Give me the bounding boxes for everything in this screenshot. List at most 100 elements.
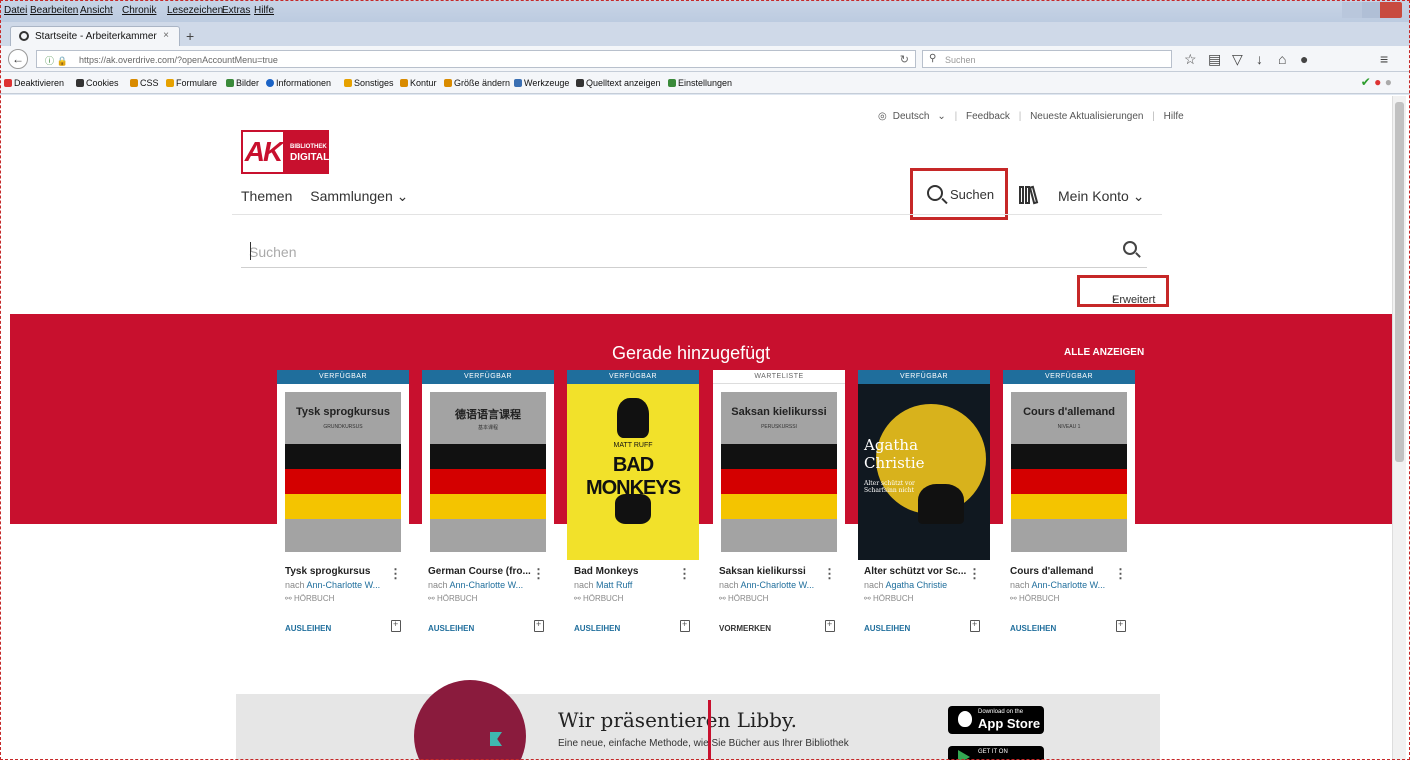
book-title[interactable]: Cours d'allemand: [1010, 566, 1094, 577]
wishlist-icon[interactable]: [534, 619, 544, 632]
minimize-button[interactable]: [1342, 2, 1362, 18]
menu-extras[interactable]: Extras: [222, 5, 250, 16]
back-button[interactable]: ←: [8, 49, 28, 69]
borrow-button[interactable]: AUSLEIHEN: [574, 624, 620, 633]
more-options-icon[interactable]: ⋮: [532, 566, 545, 582]
window-controls[interactable]: [1342, 2, 1402, 18]
book-card[interactable]: VERFÜGBAR Tysk sprogkursus GRUNDKURSUS: [277, 370, 409, 560]
nav-sammlungen[interactable]: Sammlungen ⌄: [310, 188, 408, 204]
tab-close-icon[interactable]: ×: [163, 30, 169, 41]
availability-badge: VERFÜGBAR: [858, 370, 990, 384]
tab-startseite[interactable]: Startseite - Arbeiterkammer ×: [10, 26, 180, 46]
clipboard-icon[interactable]: ▤: [1208, 51, 1221, 68]
headphones-icon: ⚯: [285, 594, 292, 603]
language-selector[interactable]: Deutsch: [893, 111, 930, 122]
search-input[interactable]: [249, 242, 1089, 262]
nav-themen[interactable]: Themen: [241, 188, 292, 204]
borrow-button[interactable]: AUSLEIHEN: [1010, 624, 1056, 633]
more-options-icon[interactable]: ⋮: [968, 566, 981, 582]
home-icon[interactable]: ⌂: [1278, 51, 1286, 67]
menu-chronik[interactable]: Chronik: [122, 5, 156, 16]
settings-icon: [668, 79, 676, 87]
reload-icon[interactable]: ↻: [900, 53, 909, 66]
info-icon: [266, 79, 274, 87]
view-all-link[interactable]: ALLE ANZEIGEN: [1064, 347, 1144, 358]
scrollbar-thumb[interactable]: [1395, 102, 1404, 462]
library-logo[interactable]: AK BIBLIOTHEK DIGITAL: [241, 130, 365, 174]
book-title[interactable]: Saksan kielikurssi: [719, 566, 806, 577]
feedback-link[interactable]: Feedback: [966, 111, 1010, 122]
apple-icon: [958, 711, 972, 727]
borrow-button[interactable]: AUSLEIHEN: [285, 624, 331, 633]
chevron-down-icon[interactable]: ⌄: [937, 111, 945, 122]
bookshelf-icon[interactable]: [1019, 185, 1039, 205]
menu-datei[interactable]: Datei: [4, 5, 27, 16]
more-options-icon[interactable]: ⋮: [389, 566, 402, 582]
book-format: ⚯ HÖRBUCH: [574, 594, 624, 603]
borrow-button[interactable]: AUSLEIHEN: [428, 624, 474, 633]
more-options-icon[interactable]: ⋮: [1114, 566, 1127, 582]
browser-search-bar[interactable]: ⚲ Suchen: [922, 50, 1172, 68]
menu-ansicht[interactable]: Ansicht: [80, 5, 113, 16]
bookmark-informationen[interactable]: Informationen: [266, 78, 331, 88]
book-card[interactable]: VERFÜGBAR 德语语言课程 基本课程: [422, 370, 554, 560]
wishlist-icon[interactable]: [970, 619, 980, 632]
bookmark-deaktivieren[interactable]: Deaktivieren: [4, 78, 64, 88]
book-cover[interactable]: Cours d'allemand NIVEAU 1: [1011, 392, 1127, 552]
book-cover[interactable]: 德语语言课程 基本课程: [430, 392, 546, 552]
book-cover[interactable]: BAD MONKEYS MATT RUFF: [567, 384, 699, 560]
more-options-icon[interactable]: ⋮: [823, 566, 836, 582]
url-bar[interactable]: ⓘ 🔒 https://ak.overdrive.com/?openAccoun…: [36, 50, 916, 68]
app-store-button[interactable]: Download on the App Store: [948, 706, 1044, 734]
bookmark-cookies[interactable]: Cookies: [76, 78, 119, 88]
book-title[interactable]: German Course (fro...: [428, 566, 531, 577]
bookmark-sonstiges[interactable]: Sonstiges: [344, 78, 394, 88]
wishlist-icon[interactable]: [825, 619, 835, 632]
wishlist-icon[interactable]: [680, 619, 690, 632]
book-author: nach Matt Ruff: [574, 580, 633, 590]
google-play-button[interactable]: GET IT ON: [948, 746, 1044, 760]
bookmark-bilder[interactable]: Bilder: [226, 78, 259, 88]
image-icon: [226, 79, 234, 87]
book-cover[interactable]: Tysk sprogkursus GRUNDKURSUS: [285, 392, 401, 552]
bookmark-quelltext[interactable]: Quelltext anzeigen: [576, 78, 661, 88]
book-card[interactable]: VERFÜGBAR Agatha Christie Alter schützt …: [858, 370, 990, 560]
advanced-search-button[interactable]: Erweitert ›: [1077, 275, 1169, 307]
book-title[interactable]: Alter schützt vor Sc...: [864, 566, 966, 577]
search-icon[interactable]: [1123, 241, 1137, 255]
book-cover[interactable]: Saksan kielikurssi PERUSKURSSI: [721, 392, 837, 552]
menu-bearbeiten[interactable]: Bearbeiten: [30, 5, 78, 16]
more-options-icon[interactable]: ⋮: [678, 566, 691, 582]
wishlist-icon[interactable]: [1116, 619, 1126, 632]
updates-link[interactable]: Neueste Aktualisierungen: [1030, 111, 1143, 122]
hold-button[interactable]: VORMERKEN: [719, 624, 771, 633]
book-card[interactable]: VERFÜGBAR BAD MONKEYS MATT RUFF: [567, 370, 699, 560]
nav-mein-konto[interactable]: Mein Konto ⌄: [1058, 188, 1144, 205]
page-scrollbar[interactable]: [1392, 96, 1406, 760]
wishlist-icon[interactable]: [391, 619, 401, 632]
book-cover[interactable]: Agatha Christie Alter schützt vor Scharf…: [858, 384, 990, 560]
bookmark-einstellungen[interactable]: Einstellungen: [668, 78, 732, 88]
cover-subtitle: NIVEAU 1: [1057, 424, 1081, 430]
help-link[interactable]: Hilfe: [1164, 111, 1184, 122]
bookmark-kontur[interactable]: Kontur: [400, 78, 437, 88]
book-card[interactable]: VERFÜGBAR Cours d'allemand NIVEAU 1: [1003, 370, 1135, 560]
maximize-button[interactable]: [1362, 2, 1380, 18]
star-icon[interactable]: ☆: [1184, 51, 1197, 68]
menu-lesezeichen[interactable]: Lesezeichen: [167, 5, 223, 16]
book-card[interactable]: WARTELISTE Saksan kielikurssi PERUSKURSS…: [713, 370, 845, 560]
bookmark-werkzeuge[interactable]: Werkzeuge: [514, 78, 569, 88]
bookmark-groesse[interactable]: Größe ändern: [444, 78, 510, 88]
nav-suchen-button[interactable]: Suchen: [910, 168, 1008, 220]
hamburger-menu-icon[interactable]: ≡: [1380, 51, 1388, 67]
borrow-button[interactable]: AUSLEIHEN: [864, 624, 910, 633]
addon-icon[interactable]: ●: [1300, 51, 1308, 67]
menu-hilfe[interactable]: Hilfe: [254, 5, 274, 16]
book-title[interactable]: Tysk sprogkursus: [285, 566, 370, 577]
bookmark-css[interactable]: CSS: [130, 78, 159, 88]
book-title[interactable]: Bad Monkeys: [574, 566, 638, 577]
download-icon[interactable]: ↓: [1256, 51, 1263, 67]
new-tab-button[interactable]: +: [186, 28, 194, 44]
pocket-icon[interactable]: ▽: [1232, 51, 1243, 68]
bookmark-formulare[interactable]: Formulare: [166, 78, 217, 88]
